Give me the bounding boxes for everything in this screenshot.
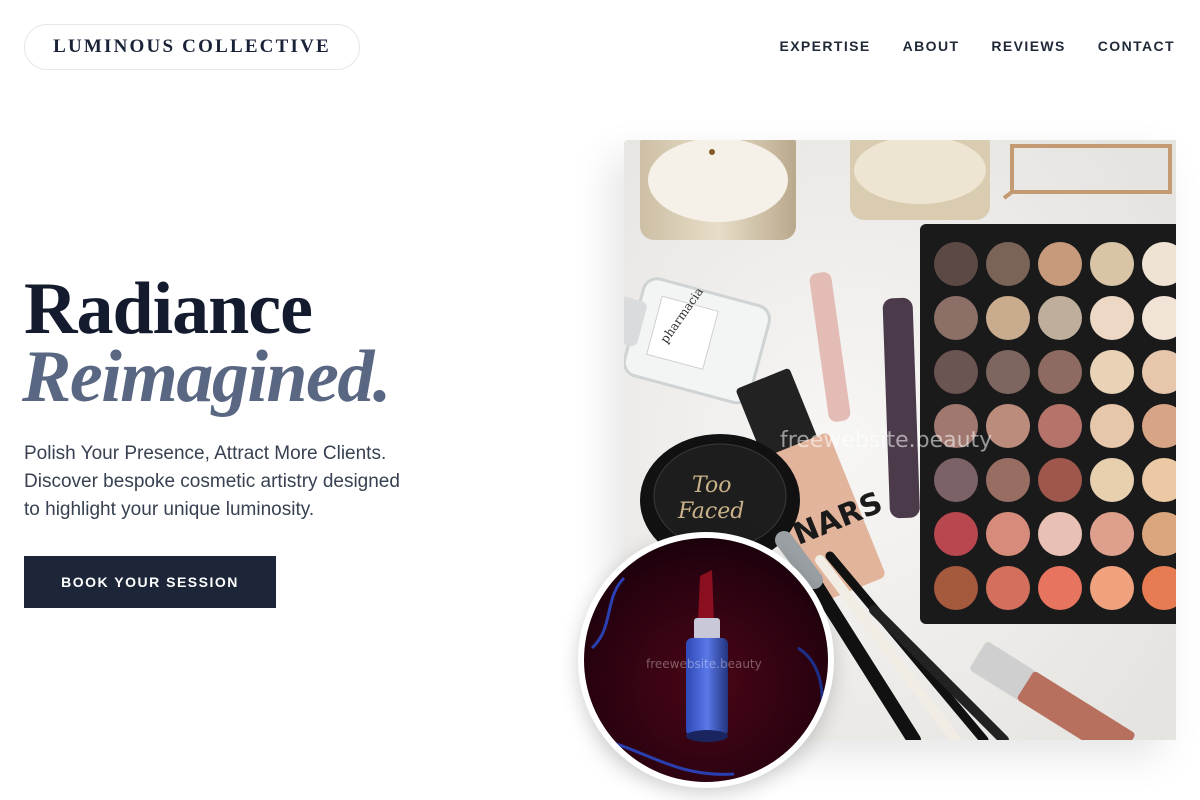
eyeshadow-pan (1090, 512, 1134, 556)
eyeshadow-pan (934, 242, 978, 286)
eyeshadow-pan (986, 350, 1030, 394)
candle-left-icon (640, 140, 796, 240)
hero-description-line: Discover bespoke cosmetic artistry desig… (24, 471, 400, 492)
too-faced-label: Faced (677, 499, 744, 524)
eyeshadow-pan (1038, 242, 1082, 286)
eyeshadow-pan (1090, 404, 1134, 448)
eyeshadow-pan (986, 512, 1030, 556)
eyeshadow-pan (1090, 350, 1134, 394)
lipstick-inset-frame: freewebsite.beauty (584, 538, 828, 782)
hero-description-line: Polish Your Presence, Attract More Clien… (24, 443, 387, 464)
eyeshadow-palette-icon (920, 224, 1176, 624)
eyeshadow-pan (934, 350, 978, 394)
eyeshadow-pan (1038, 296, 1082, 340)
brand-logo[interactable]: LUMINOUS COLLECTIVE (24, 24, 360, 70)
eyeshadow-pan (1038, 350, 1082, 394)
eyeshadow-pan (934, 296, 978, 340)
hero-description: Polish Your Presence, Attract More Clien… (24, 440, 464, 524)
nav-item-about[interactable]: ABOUT (903, 38, 960, 54)
eyeshadow-pan (986, 242, 1030, 286)
eyeshadow-pan (934, 566, 978, 610)
eyeshadow-pan (986, 566, 1030, 610)
inset-image-watermark: freewebsite.beauty (646, 657, 762, 671)
too-faced-label: Too (692, 473, 731, 498)
nav-item-contact[interactable]: CONTACT (1098, 38, 1175, 54)
eyeshadow-pan (1038, 512, 1082, 556)
nav-item-expertise[interactable]: EXPERTISE (779, 38, 870, 54)
hero-title: Radiance (24, 268, 313, 350)
eyeshadow-pan (1038, 404, 1082, 448)
lipstick-inset-image: freewebsite.beauty (578, 532, 834, 788)
eyeshadow-pan (1090, 242, 1134, 286)
nav-item-reviews[interactable]: REVIEWS (991, 38, 1065, 54)
hero-title-italic: Reimagined. (22, 336, 391, 418)
candle-right-icon (850, 140, 990, 220)
main-nav: EXPERTISE ABOUT REVIEWS CONTACT (779, 38, 1175, 54)
eyeshadow-pan (986, 296, 1030, 340)
eyeshadow-pan (986, 458, 1030, 502)
hero-description-line: to highlight your unique luminosity. (24, 499, 315, 520)
book-session-button[interactable]: BOOK YOUR SESSION (24, 556, 276, 608)
eyeshadow-pan (1038, 458, 1082, 502)
eyeshadow-pan (934, 404, 978, 448)
eyeshadow-pan (1090, 458, 1134, 502)
eyeshadow-pan (934, 458, 978, 502)
eyeshadow-pan (1038, 566, 1082, 610)
eyeshadow-pan (934, 512, 978, 556)
eyeshadow-pan (1090, 296, 1134, 340)
eyeshadow-pan (986, 404, 1030, 448)
eyeshadow-pan (1090, 566, 1134, 610)
